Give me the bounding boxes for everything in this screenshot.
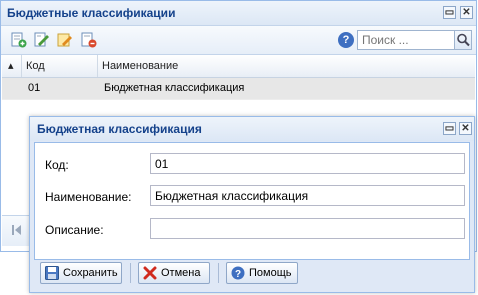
dialog-buttons: Сохранить Отмена ? Помощь — [34, 262, 470, 290]
button-divider — [218, 263, 219, 283]
grid-header: ▴ Код Наименование — [2, 55, 475, 78]
cancel-button[interactable]: Отмена — [138, 262, 210, 284]
classification-dialog: Бюджетная классификация ▭ ✕ Код: Наимено… — [29, 116, 475, 293]
name-label: Наименование: — [45, 190, 132, 204]
table-row[interactable]: 01 Бюджетная классификация — [2, 78, 475, 100]
description-field[interactable] — [150, 218, 465, 239]
code-label: Код: — [45, 158, 69, 172]
first-page-icon[interactable] — [11, 224, 23, 239]
window-title: Бюджетные классификации — [7, 6, 176, 20]
minimize-icon[interactable]: ▭ — [443, 6, 456, 19]
help-icon: ? — [231, 266, 245, 280]
dialog-title-bar: Бюджетная классификация ▭ ✕ — [30, 117, 474, 141]
save-label: Сохранить — [63, 267, 118, 279]
edit-icon[interactable] — [34, 32, 50, 48]
delete-icon[interactable] — [81, 32, 97, 48]
cancel-icon — [143, 266, 157, 280]
close-icon[interactable]: ✕ — [460, 6, 473, 19]
minimize-icon[interactable]: ▭ — [443, 122, 456, 135]
dialog-title: Бюджетная классификация — [37, 122, 202, 136]
search-input[interactable] — [357, 30, 455, 50]
column-header-name[interactable]: Наименование — [98, 55, 475, 77]
save-icon — [45, 266, 59, 280]
svg-text:?: ? — [235, 269, 241, 280]
column-header-code[interactable]: Код — [22, 55, 98, 77]
toolbar: ? — [1, 26, 476, 55]
sort-indicator: ▴ — [2, 55, 22, 77]
dialog-form: Код: Наименование: Описание: — [34, 142, 470, 260]
save-button[interactable]: Сохранить — [40, 262, 122, 284]
search-icon[interactable] — [454, 30, 472, 50]
row-name: Бюджетная классификация — [104, 82, 245, 94]
description-label: Описание: — [45, 223, 104, 237]
help-label: Помощь — [249, 267, 292, 279]
window-title-bar: Бюджетные классификации ▭ ✕ — [1, 1, 476, 26]
cancel-label: Отмена — [161, 267, 201, 279]
code-field[interactable] — [150, 153, 465, 174]
close-icon[interactable]: ✕ — [459, 122, 472, 135]
pager — [2, 215, 32, 246]
name-field[interactable] — [150, 185, 465, 206]
help-icon[interactable]: ? — [338, 32, 354, 48]
help-button[interactable]: ? Помощь — [226, 262, 298, 284]
row-code: 01 — [28, 82, 41, 94]
add-icon[interactable] — [11, 32, 27, 48]
button-divider — [130, 263, 131, 283]
edit-list-icon[interactable] — [57, 32, 73, 48]
